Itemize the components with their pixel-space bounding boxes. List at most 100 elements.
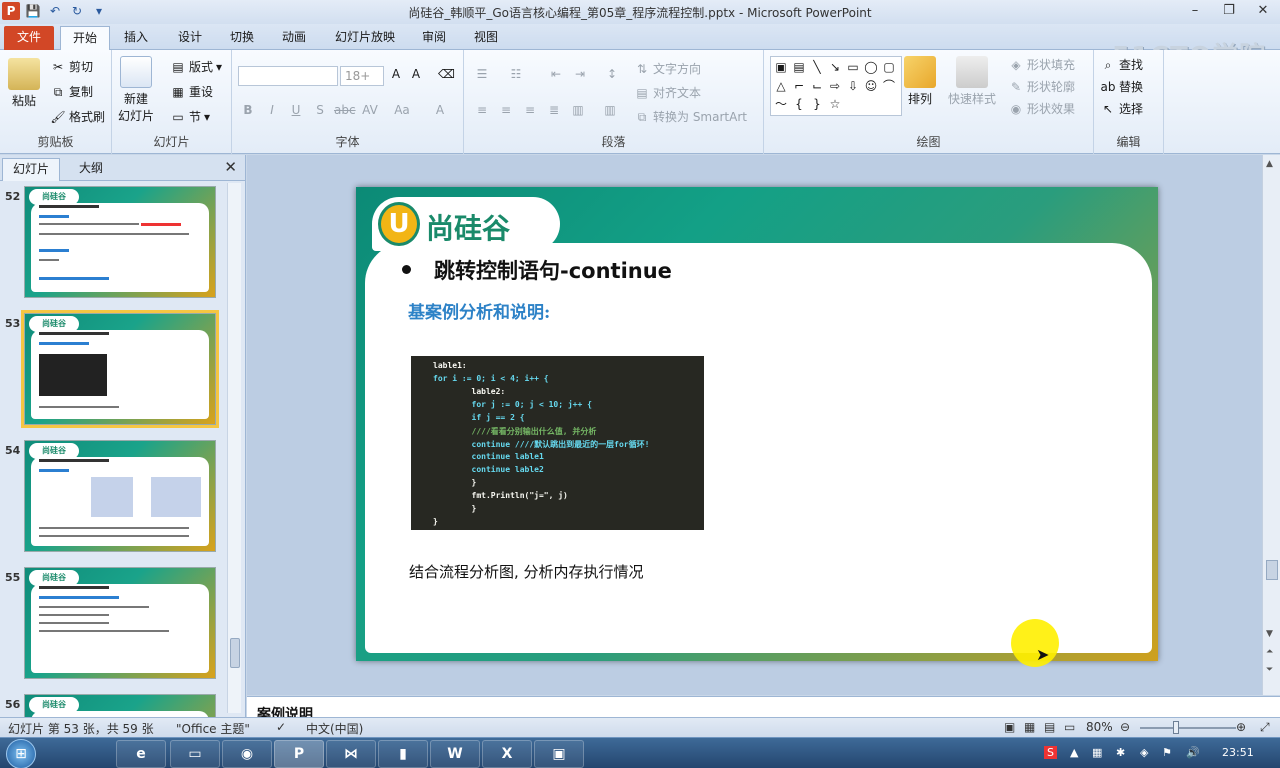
security-icon[interactable]: ◈ <box>1140 746 1148 759</box>
network-icon[interactable]: ▦ <box>1092 746 1102 759</box>
tab-file[interactable]: 文件 <box>4 26 54 50</box>
align-text-button[interactable]: ▤ 对齐文本 <box>634 84 701 101</box>
shapes-gallery[interactable]: ▣ ▤ ╲ ↘ ▭ ◯ ▢ △ ⌐ ⌙ ⇨ ⇩ ☺ ⌒ 〜 { } ☆ <box>770 56 902 116</box>
close-pane-icon[interactable]: ✕ <box>224 158 237 176</box>
increase-indent-button[interactable]: ⇥ <box>572 66 588 82</box>
replace-button[interactable]: ab 替换 <box>1100 78 1144 95</box>
explorer-taskbar-icon[interactable]: ▭ <box>170 740 220 768</box>
down-arrow-shape-icon[interactable]: ⇩ <box>845 78 861 94</box>
font-size-combo[interactable]: 18+ <box>340 66 384 86</box>
zoom-slider-track[interactable] <box>1140 727 1236 729</box>
reading-view-icon[interactable]: ▤ <box>1044 720 1055 734</box>
normal-view-icon[interactable]: ▣ <box>1004 720 1015 734</box>
bold-button[interactable]: B <box>240 102 256 118</box>
current-slide[interactable]: U 尚硅谷 跳转控制语句-continue 基案例分析和说明: lable1: … <box>356 187 1158 661</box>
next-slide-icon[interactable]: ⏷ <box>1266 665 1273 675</box>
zoom-in-icon[interactable]: ⊕ <box>1236 720 1246 734</box>
font-color-button[interactable]: A <box>432 102 448 118</box>
find-button[interactable]: ⌕ 查找 <box>1100 56 1143 73</box>
font-name-combo[interactable] <box>238 66 338 86</box>
tab-insert[interactable]: 插入 <box>114 26 158 50</box>
oval-shape-icon[interactable]: ◯ <box>863 59 879 75</box>
shadow-button[interactable]: S <box>312 102 328 118</box>
previous-slide-icon[interactable]: ⏶ <box>1266 647 1273 657</box>
select-button[interactable]: ↖ 选择 <box>1100 100 1143 117</box>
tab-slides[interactable]: 幻灯片 <box>2 158 60 181</box>
change-case-button[interactable]: Aa <box>394 102 410 118</box>
tab-view[interactable]: 视图 <box>464 26 508 50</box>
smartart-button[interactable]: ⧉ 转换为 SmartArt <box>634 108 747 125</box>
shrink-font-button[interactable]: A <box>408 66 424 82</box>
curve-shape-icon[interactable]: ⌒ <box>881 78 897 94</box>
powerpoint-taskbar-icon[interactable]: P <box>274 740 324 768</box>
quick-styles-button[interactable]: 快速样式 <box>948 56 996 107</box>
slide-thumbnail[interactable]: 尚硅谷 <box>24 694 216 717</box>
slide-sorter-icon[interactable]: ▦ <box>1024 720 1035 734</box>
right-brace-shape-icon[interactable]: } <box>809 96 825 112</box>
textbox-shape-icon[interactable]: ▣ <box>773 59 789 75</box>
tab-outline[interactable]: 大纲 <box>62 158 120 181</box>
numbering-button[interactable]: ☷ <box>508 66 524 82</box>
windows-start-icon[interactable]: ⊞ <box>6 739 36 768</box>
line-shape-icon[interactable]: ╲ <box>809 59 825 75</box>
slide-subheading[interactable]: 基案例分析和说明: <box>408 298 550 323</box>
scroll-down-icon[interactable]: ▼ <box>1266 629 1273 639</box>
tray-expand-icon[interactable]: ▲ <box>1070 746 1078 759</box>
shape-effects-button[interactable]: ◉ 形状效果 <box>1008 100 1075 117</box>
ie-taskbar-icon[interactable]: e <box>116 740 166 768</box>
close-icon[interactable]: ✕ <box>1246 0 1280 22</box>
tab-review[interactable]: 审阅 <box>412 26 456 50</box>
code-screenshot[interactable]: lable1: for i := 0; i < 4; i++ { lable2:… <box>411 356 704 530</box>
clock[interactable]: 23:51 <box>1222 746 1254 759</box>
layout-button[interactable]: ▤ 版式 ▾ <box>170 58 222 75</box>
slide-scrollbar[interactable]: ▲ ▼ ⏶ ⏷ <box>1262 155 1280 695</box>
elbow-arrow-shape-icon[interactable]: ⌙ <box>809 78 825 94</box>
chrome-taskbar-icon[interactable]: ◉ <box>222 740 272 768</box>
cmd-taskbar-icon[interactable]: ▮ <box>378 740 428 768</box>
vscode-taskbar-icon[interactable]: ⋈ <box>326 740 376 768</box>
smiley-shape-icon[interactable]: ☺ <box>863 78 879 94</box>
reset-button[interactable]: ▦ 重设 <box>170 83 213 100</box>
rectangle-shape-icon[interactable]: ▭ <box>845 59 861 75</box>
tab-transitions[interactable]: 切换 <box>220 26 264 50</box>
notes-text[interactable]: 案例说明 <box>257 704 313 717</box>
restore-icon[interactable]: ❐ <box>1212 0 1246 22</box>
vertical-textbox-shape-icon[interactable]: ▤ <box>791 59 807 75</box>
slides-pane-scrollbar[interactable] <box>227 183 241 713</box>
tab-animations[interactable]: 动画 <box>272 26 316 50</box>
clear-format-button[interactable]: ⌫ <box>438 66 455 82</box>
copy-button[interactable]: ⧉ 复制 <box>50 83 93 100</box>
distributed-button[interactable]: ▥ <box>570 102 586 118</box>
scroll-up-icon[interactable]: ▲ <box>1266 159 1273 169</box>
decrease-indent-button[interactable]: ⇤ <box>548 66 564 82</box>
slide-body-text[interactable]: 结合流程分析图, 分析内存执行情况 <box>409 561 644 582</box>
excel-taskbar-icon[interactable]: X <box>482 740 532 768</box>
slide-thumbnail[interactable]: 尚硅谷 <box>24 186 216 298</box>
rounded-rect-shape-icon[interactable]: ▢ <box>881 59 897 75</box>
justify-button[interactable]: ≣ <box>546 102 562 118</box>
zoom-out-icon[interactable]: ⊖ <box>1120 720 1130 734</box>
zoom-slider-thumb[interactable] <box>1173 721 1179 734</box>
align-right-button[interactable]: ≡ <box>522 102 538 118</box>
volume-icon[interactable]: 🔊 <box>1186 746 1200 759</box>
slide-scroll-thumb[interactable] <box>1266 560 1278 580</box>
tab-slideshow[interactable]: 幻灯片放映 <box>326 26 404 50</box>
zoom-level[interactable]: 80% <box>1086 720 1113 734</box>
char-spacing-button[interactable]: AV <box>362 102 378 118</box>
triangle-shape-icon[interactable]: △ <box>773 78 789 94</box>
arrange-button[interactable]: 排列 <box>904 56 936 107</box>
flag-icon[interactable]: ⚑ <box>1162 746 1172 759</box>
language-indicator[interactable]: 中文(中国) <box>306 720 363 737</box>
input-method-icon[interactable]: S <box>1044 746 1057 759</box>
underline-button[interactable]: U <box>288 102 304 118</box>
shape-fill-button[interactable]: ◈ 形状填充 <box>1008 56 1075 73</box>
columns-button[interactable]: ▥ <box>602 102 618 118</box>
word-taskbar-icon[interactable]: W <box>430 740 480 768</box>
thumbnail-row[interactable]: 56 尚硅谷 <box>0 694 228 717</box>
slide-thumbnail[interactable]: 尚硅谷 <box>24 567 216 679</box>
slide-thumbnail-current[interactable]: 尚硅谷 <box>21 310 219 428</box>
new-slide-button[interactable]: 新建 幻灯片 <box>118 56 154 124</box>
shape-outline-button[interactable]: ✎ 形状轮廓 <box>1008 78 1075 95</box>
right-arrow-shape-icon[interactable]: ⇨ <box>827 78 843 94</box>
paste-button[interactable]: 粘贴 <box>8 58 40 109</box>
